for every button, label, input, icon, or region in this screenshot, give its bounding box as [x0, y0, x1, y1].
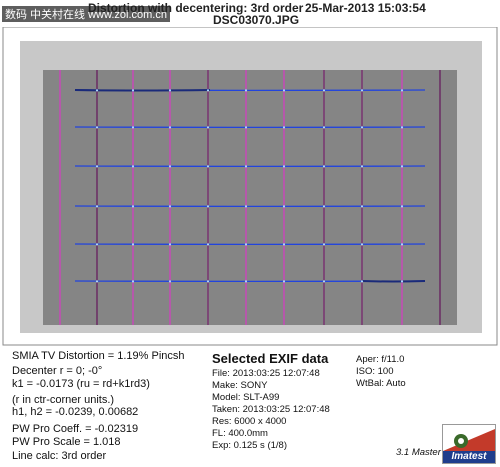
grid-point: [244, 205, 248, 208]
grid-point: [131, 126, 135, 129]
grid-point: [95, 89, 99, 92]
grid-point: [282, 165, 286, 168]
pw-pro-scale: PW Pro Scale = 1.018: [12, 436, 121, 448]
grid-point: [360, 126, 364, 129]
decenter-value: Decenter r = 0; -0°: [12, 365, 103, 377]
grid-point: [400, 126, 404, 129]
exif-make: Make: SONY: [212, 380, 268, 391]
pw-pro-coefficient: PW Pro Coeff. = -0.02319: [12, 423, 139, 435]
grid-point: [95, 205, 99, 208]
grid-point: [168, 126, 172, 129]
grid-point: [400, 165, 404, 168]
grid-point: [168, 243, 172, 246]
exif-focal-length: FL: 400.0mm: [212, 428, 268, 439]
k1-coefficient: k1 = -0.0173 (ru = rd+k1rd3): [12, 378, 150, 390]
grid-point: [400, 205, 404, 208]
grid-point: [206, 126, 210, 129]
grid-point: [95, 126, 99, 129]
distortion-plot: [2, 27, 498, 346]
grid-point: [244, 280, 248, 283]
grid-point: [244, 243, 248, 246]
grid-line-emphasis: [74, 89, 211, 92]
exif-resolution: Res: 6000 x 4000: [212, 416, 287, 427]
grid-point: [360, 243, 364, 246]
exif-title: Selected EXIF data: [212, 351, 329, 366]
grid-point: [244, 126, 248, 129]
grid-point: [131, 165, 135, 168]
grid-point: [168, 89, 172, 92]
logo-text: Imatest: [443, 451, 495, 463]
version-label: 3.1 Master: [396, 447, 441, 458]
grid-point: [282, 243, 286, 246]
grid-point: [322, 205, 326, 208]
grid-point: [95, 280, 99, 283]
grid-point: [206, 165, 210, 168]
grid-point: [322, 165, 326, 168]
grid-point: [282, 126, 286, 129]
grid-point: [360, 89, 364, 92]
grid-point: [244, 165, 248, 168]
grid-point: [131, 89, 135, 92]
imatest-logo: Imatest: [442, 424, 496, 464]
grid-point: [282, 205, 286, 208]
grid-point: [206, 243, 210, 246]
target-area: [43, 70, 457, 325]
grid-point: [168, 280, 172, 283]
grid-point: [360, 165, 364, 168]
grid-point: [206, 205, 210, 208]
grid-point: [400, 243, 404, 246]
grid-point: [131, 280, 135, 283]
grid-point: [206, 89, 210, 92]
grid-point: [95, 243, 99, 246]
grid-point: [322, 126, 326, 129]
ctr-units-note: (r in ctr-corner units.): [12, 394, 115, 406]
exif-file: File: 2013:03:25 12:07:48: [212, 368, 320, 379]
line-calc: Line calc: 3rd order: [12, 450, 107, 462]
grid-point: [400, 280, 404, 283]
grid-point: [244, 89, 248, 92]
grid-point: [95, 165, 99, 168]
logo-graphic-icon: [443, 425, 495, 451]
exif-model: Model: SLT-A99: [212, 392, 280, 403]
grid-point: [400, 89, 404, 92]
grid-line-emphasis: [361, 280, 426, 283]
exif-taken: Taken: 2013:03:25 12:07:48: [212, 404, 330, 415]
iso: ISO: 100: [356, 366, 394, 377]
grid-point: [131, 243, 135, 246]
grid-point: [360, 205, 364, 208]
grid-point: [322, 280, 326, 283]
grid-point: [168, 165, 172, 168]
grid-point: [282, 89, 286, 92]
aperture: Aper: f/11.0: [356, 354, 405, 365]
grid-point: [322, 243, 326, 246]
grid-point: [168, 205, 172, 208]
grid-point: [206, 280, 210, 283]
file-name: DSC03070.JPG: [213, 13, 300, 27]
h1-h2-values: h1, h2 = -0.0239, 0.00682: [12, 406, 139, 418]
grid-point: [282, 280, 286, 283]
timestamp: 25-Mar-2013 15:03:54: [305, 1, 426, 15]
grid-point: [360, 280, 364, 283]
smia-distortion: SMIA TV Distortion = 1.19% Pincsh: [12, 350, 185, 362]
white-balance: WtBal: Auto: [356, 378, 406, 389]
exif-exposure: Exp: 0.125 s (1/8): [212, 440, 287, 451]
grid-point: [322, 89, 326, 92]
grid-point: [131, 205, 135, 208]
